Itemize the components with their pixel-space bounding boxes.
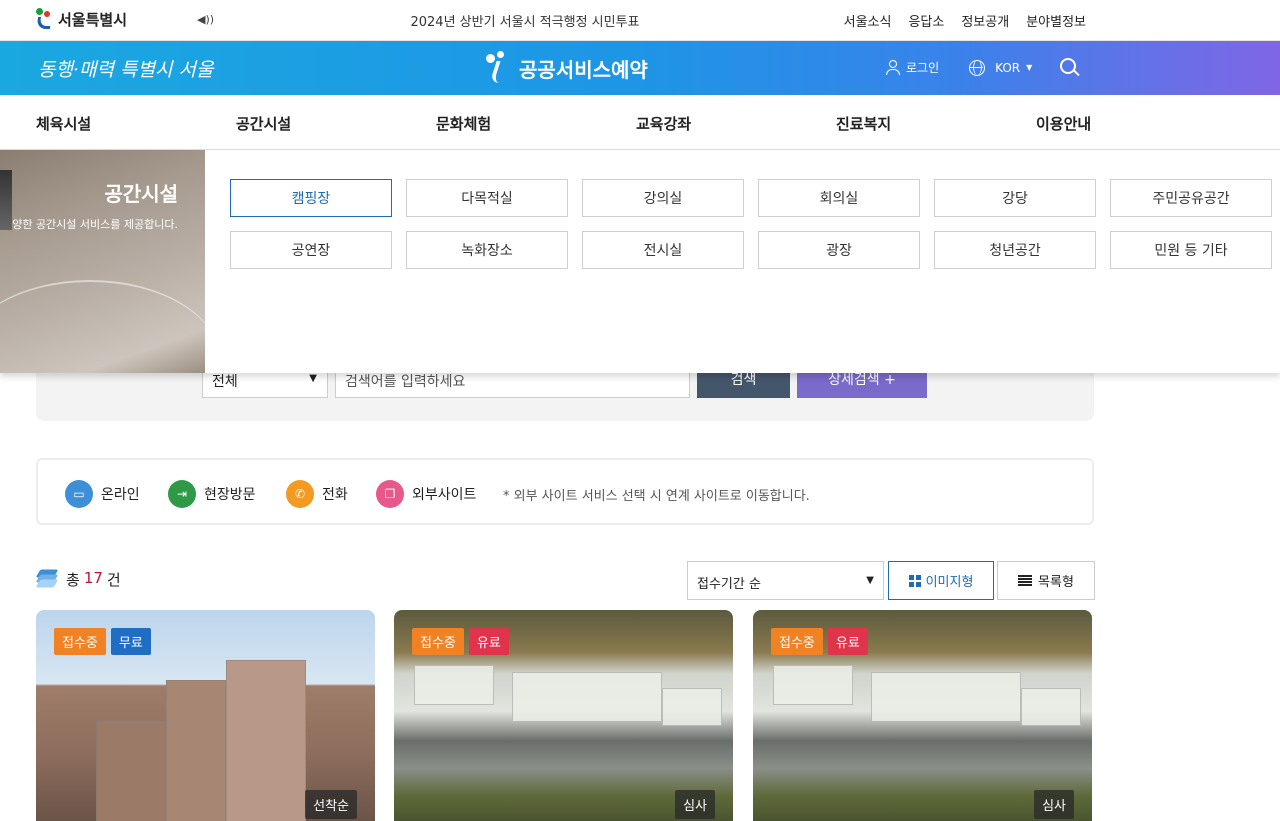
language-selector[interactable]: KOR ▼ [969, 59, 1033, 76]
result-total: 총 17 건 [66, 569, 121, 590]
total-prefix: 총 [66, 571, 80, 589]
method-badge: 심사 [675, 790, 715, 819]
user-icon [886, 60, 900, 75]
service-title: 공공서비스예약 [519, 57, 648, 82]
header-utilities: 로그인 KOR ▼ [886, 59, 1032, 76]
top-link-response[interactable]: 응답소 [908, 11, 944, 30]
legend-online-label: 온라인 [101, 487, 140, 503]
fee-badge: 유료 [468, 628, 509, 655]
legend-phone: ✆ 전화 [286, 480, 348, 508]
gnb-sports[interactable]: 체육시설 [36, 113, 91, 134]
fee-badge: 유료 [827, 628, 868, 655]
grid-icon [908, 574, 921, 587]
globe-icon [969, 59, 986, 76]
caret-down-icon: ▼ [309, 373, 317, 384]
facility-card[interactable]: 접수중 무료 선착순 [36, 610, 375, 821]
external-link-icon: ❐ [376, 480, 404, 508]
language-label: KOR [995, 60, 1021, 75]
legend-online: ▭ 온라인 [65, 480, 140, 508]
gnb-culture[interactable]: 문화체험 [436, 113, 491, 134]
view-image-button[interactable]: 이미지형 [888, 561, 994, 600]
menu-plaza[interactable]: 광장 [758, 231, 920, 269]
search-icon[interactable] [1060, 58, 1080, 78]
list-icon [1018, 574, 1033, 587]
top-bar: 서울특별시 ◀)) 2024년 상반기 서울시 적극행정 시민투표 서울소식 응… [0, 0, 1280, 41]
top-link-info[interactable]: 정보공개 [961, 11, 1009, 30]
legend-external: ❐ 외부사이트 [376, 480, 476, 508]
caret-down-icon: ▼ [1026, 63, 1033, 72]
top-link-field[interactable]: 분야별정보 [1026, 11, 1086, 30]
menu-performance-hall[interactable]: 공연장 [230, 231, 392, 269]
gnb-medical[interactable]: 진료복지 [836, 113, 891, 134]
total-suffix: 건 [106, 571, 121, 589]
category-select-value: 전체 [212, 374, 238, 390]
view-image-label: 이미지형 [925, 575, 974, 590]
view-list-label: 목록형 [1038, 575, 1074, 590]
legend-visit: ⇥ 현장방문 [168, 480, 256, 508]
gnb-guide[interactable]: 이용안내 [1036, 113, 1091, 134]
door-enter-icon: ⇥ [168, 480, 196, 508]
reservation-method-legend: ▭ 온라인 ⇥ 현장방문 ✆ 전화 ❐ 외부사이트 * 외부 사이트 서비스 선… [36, 458, 1094, 525]
service-logo-icon [483, 51, 513, 85]
view-list-button[interactable]: 목록형 [997, 561, 1095, 600]
menu-auditorium[interactable]: 강당 [934, 179, 1096, 217]
total-count: 17 [83, 569, 103, 587]
menu-recording-place[interactable]: 녹화장소 [406, 231, 568, 269]
card-badges: 접수중 무료 [54, 628, 151, 655]
sort-select-value: 접수기간 순 [697, 577, 761, 592]
login-button[interactable]: 로그인 [886, 59, 939, 76]
status-badge: 접수중 [412, 628, 464, 655]
service-logo[interactable]: 공공서비스예약 [483, 51, 648, 85]
mega-menu-banner: 공간시설 양한 공간시설 서비스를 제공합니다. [0, 150, 205, 373]
menu-etc[interactable]: 민원 등 기타 [1110, 231, 1272, 269]
mega-menu-description: 양한 공간시설 서비스를 제공합니다. [12, 218, 178, 231]
status-badge: 접수중 [771, 628, 823, 655]
legend-note: * 외부 사이트 서비스 선택 시 연계 사이트로 이동합니다. [503, 489, 810, 504]
legend-external-label: 외부사이트 [412, 487, 477, 503]
menu-youth-space[interactable]: 청년공간 [934, 231, 1096, 269]
facility-card[interactable]: 접수중 유료 심사 [394, 610, 733, 821]
monitor-icon: ▭ [65, 480, 93, 508]
menu-lecture-room[interactable]: 강의실 [582, 179, 744, 217]
phone-icon: ✆ [286, 480, 314, 508]
status-badge: 접수중 [54, 628, 106, 655]
card-badges: 접수중 유료 [771, 628, 868, 655]
top-links: 서울소식 응답소 정보공개 분야별정보 [844, 11, 1086, 30]
legend-visit-label: 현장방문 [204, 487, 256, 503]
layers-icon [35, 569, 59, 589]
global-nav: 체육시설 공간시설 문화체험 교육강좌 진료복지 이용안내 [0, 95, 1280, 150]
menu-multipurpose-room[interactable]: 다목적실 [406, 179, 568, 217]
top-link-news[interactable]: 서울소식 [844, 11, 892, 30]
mega-menu: 공간시설 양한 공간시설 서비스를 제공합니다. 캠핑장 다목적실 강의실 회의… [0, 150, 1280, 373]
facility-card[interactable]: 접수중 유료 심사 [753, 610, 1092, 821]
card-badges: 접수중 유료 [412, 628, 509, 655]
main-header: 동행·매력 특별시 서울 공공서비스예약 로그인 KOR ▼ [0, 41, 1280, 95]
mega-menu-title: 공간시설 [104, 182, 178, 206]
method-badge: 심사 [1034, 790, 1074, 819]
menu-meeting-room[interactable]: 회의실 [758, 179, 920, 217]
login-label: 로그인 [906, 61, 940, 75]
menu-shared-space[interactable]: 주민공유공간 [1110, 179, 1272, 217]
legend-phone-label: 전화 [322, 487, 348, 503]
gnb-space[interactable]: 공간시설 [236, 113, 291, 134]
sort-select[interactable]: 접수기간 순 ▼ [687, 561, 884, 600]
fee-badge: 무료 [110, 628, 151, 655]
slogan[interactable]: 동행·매력 특별시 서울 [38, 55, 213, 82]
menu-camping[interactable]: 캠핑장 [230, 179, 392, 217]
gnb-education[interactable]: 교육강좌 [636, 113, 691, 134]
menu-exhibition-room[interactable]: 전시실 [582, 231, 744, 269]
method-badge: 선착순 [305, 790, 357, 819]
caret-down-icon: ▼ [866, 575, 874, 586]
